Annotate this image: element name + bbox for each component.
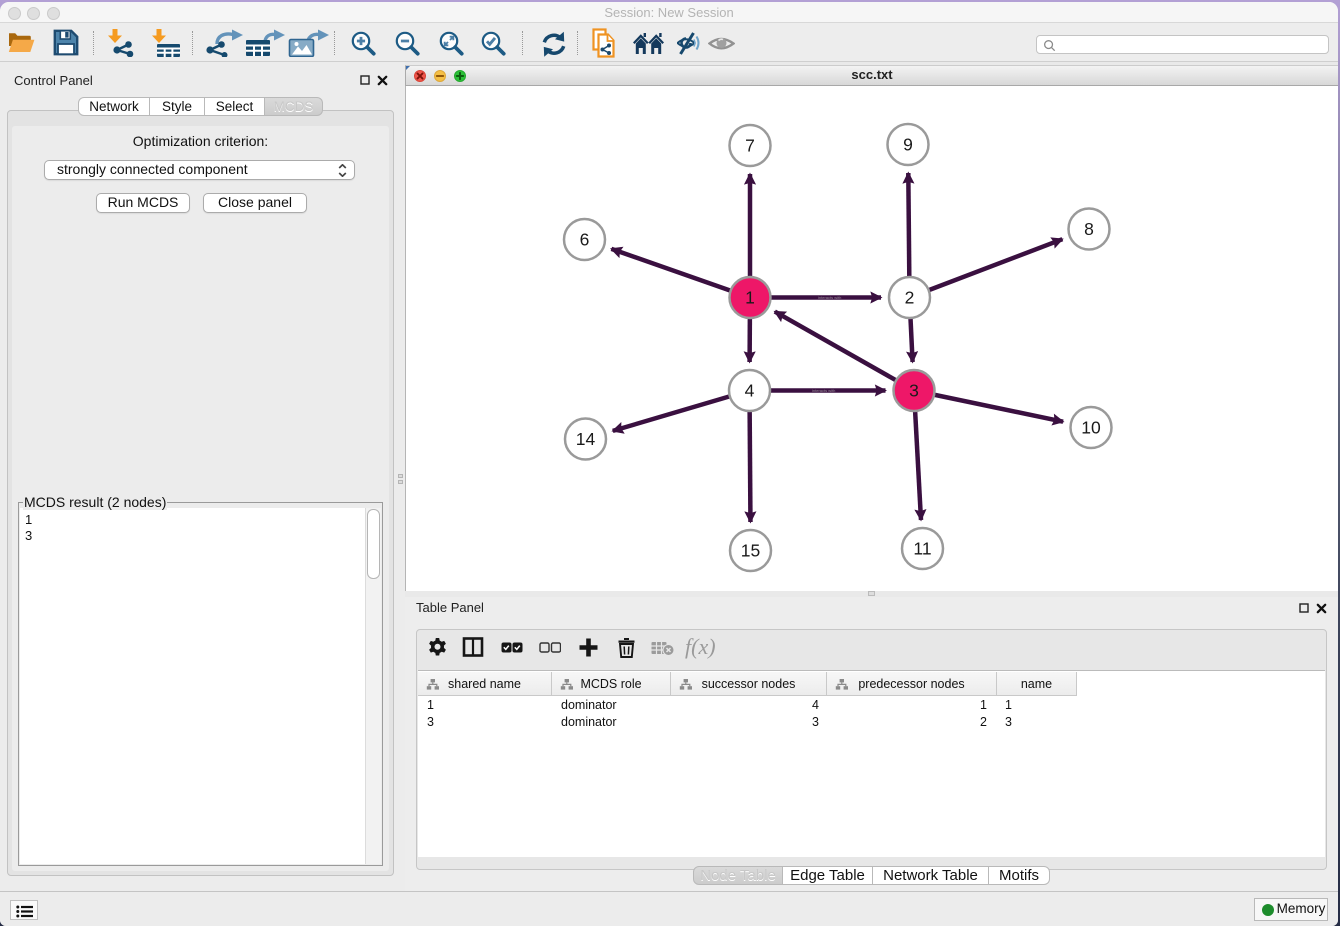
svg-text:4: 4: [745, 381, 755, 401]
svg-text:14: 14: [576, 429, 596, 449]
svg-text:9: 9: [903, 135, 913, 155]
svg-text:3: 3: [909, 381, 919, 401]
svg-text:interacts with: interacts with: [818, 295, 841, 300]
svg-text:interacts with: interacts with: [812, 388, 835, 393]
svg-text:7: 7: [745, 136, 755, 156]
svg-text:15: 15: [741, 541, 760, 561]
svg-text:2: 2: [905, 288, 915, 308]
svg-text:11: 11: [913, 539, 931, 559]
svg-text:8: 8: [1084, 219, 1094, 239]
svg-text:10: 10: [1081, 418, 1101, 438]
svg-text:1: 1: [745, 288, 755, 308]
svg-text:6: 6: [580, 230, 590, 250]
